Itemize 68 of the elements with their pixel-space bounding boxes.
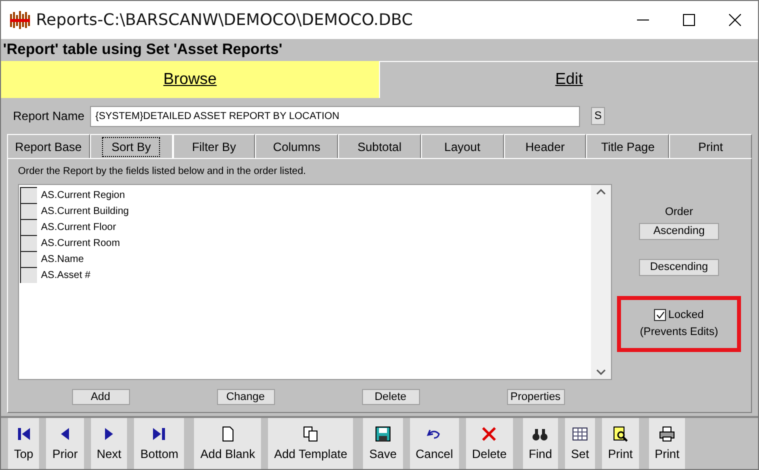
toolbar-button[interactable]: Next xyxy=(90,418,128,469)
instructions-text: Order the Report by the fields listed below and in the order listed. xyxy=(18,165,307,179)
scrollbar[interactable] xyxy=(591,185,611,379)
row-selector[interactable] xyxy=(20,235,37,251)
toolbar-button[interactable]: Cancel xyxy=(410,418,459,469)
list-action-button[interactable]: Properties xyxy=(506,389,564,405)
tab[interactable]: Sort By xyxy=(90,134,173,158)
sort-field-list[interactable]: AS.Current Region AS.Current Building AS.Current Floor AS.Current Room AS.Name AS.Asset # xyxy=(18,184,612,380)
tab[interactable]: Subtotal xyxy=(338,134,421,158)
row-selector[interactable] xyxy=(20,267,37,283)
row-selector[interactable] xyxy=(20,219,37,235)
mode-tab[interactable]: Browse xyxy=(1,61,379,98)
report-name-field[interactable]: {SYSTEM}DETAILED ASSET REPORT BY LOCATION xyxy=(90,106,580,126)
print-preview-icon xyxy=(612,426,628,442)
toolbar-button[interactable]: Set xyxy=(565,418,596,469)
list-action-button[interactable]: Change xyxy=(216,389,274,405)
list-item[interactable]: AS.Current Region xyxy=(41,188,125,202)
toolbar-button[interactable]: Prior xyxy=(46,418,84,469)
scroll-up-icon[interactable] xyxy=(596,189,606,195)
x-icon xyxy=(481,426,498,442)
list-item[interactable]: AS.Current Building xyxy=(41,204,129,218)
list-item[interactable]: AS.Current Floor xyxy=(41,220,116,234)
mode-tab[interactable]: Edit xyxy=(379,61,758,98)
locked-checkbox[interactable] xyxy=(654,309,666,322)
header-text: 'Report' table using Set 'Asset Reports' xyxy=(3,40,282,60)
minimize-icon xyxy=(637,19,649,21)
tab[interactable]: Filter By xyxy=(172,134,256,158)
scroll-down-icon[interactable] xyxy=(596,369,606,375)
copy-icon xyxy=(302,426,319,442)
row-selector[interactable] xyxy=(20,251,37,267)
toolbar-button[interactable]: Add Blank xyxy=(194,418,262,469)
toolbar-button[interactable]: Bottom xyxy=(134,418,184,469)
list-action-button[interactable]: Delete xyxy=(362,389,420,405)
tab[interactable]: Report Base xyxy=(7,134,90,158)
tab[interactable]: Columns xyxy=(255,134,338,158)
toolbar-button[interactable]: Top xyxy=(8,418,40,469)
order-button[interactable]: Descending xyxy=(639,258,719,276)
list-item[interactable]: AS.Asset # xyxy=(41,268,90,282)
maximize-icon xyxy=(683,14,695,26)
order-label: Order xyxy=(664,205,694,220)
list-item[interactable]: AS.Current Room xyxy=(41,236,120,250)
toolbar-button[interactable]: Print xyxy=(602,418,639,469)
checkbox-label: Locked xyxy=(668,308,704,323)
app-logo-icon xyxy=(9,10,31,30)
grid-icon xyxy=(572,426,588,442)
field-label: Report Name xyxy=(13,108,84,125)
s-button[interactable]: S xyxy=(591,107,605,125)
tab[interactable]: Title Page xyxy=(586,134,670,158)
tab[interactable]: Layout xyxy=(420,134,504,158)
close-icon xyxy=(729,14,741,26)
printer-icon xyxy=(659,426,676,442)
toolbar-button[interactable]: Save xyxy=(363,418,403,469)
window-title: Reports-C:\BARSCANW\DEMOCO\DEMOCO.DBC xyxy=(36,9,413,31)
row-selector[interactable] xyxy=(20,203,37,219)
toolbar-button[interactable]: Print xyxy=(648,418,686,469)
first-record-icon xyxy=(16,426,32,442)
page-icon xyxy=(220,426,236,442)
tab[interactable]: Header xyxy=(504,134,586,158)
toolbar-button[interactable]: Find xyxy=(522,418,558,469)
last-record-icon xyxy=(151,426,168,442)
list-item[interactable]: AS.Name xyxy=(41,252,84,266)
list-action-button[interactable]: Add xyxy=(72,389,130,405)
order-button[interactable]: Ascending xyxy=(639,222,719,240)
tab[interactable]: Print xyxy=(669,134,752,158)
toolbar-button[interactable]: Add Template xyxy=(268,418,354,469)
checkbox-note: (Prevents Edits) xyxy=(640,324,718,340)
row-selector[interactable] xyxy=(20,187,37,203)
toolbar-button[interactable]: Delete xyxy=(466,418,513,469)
